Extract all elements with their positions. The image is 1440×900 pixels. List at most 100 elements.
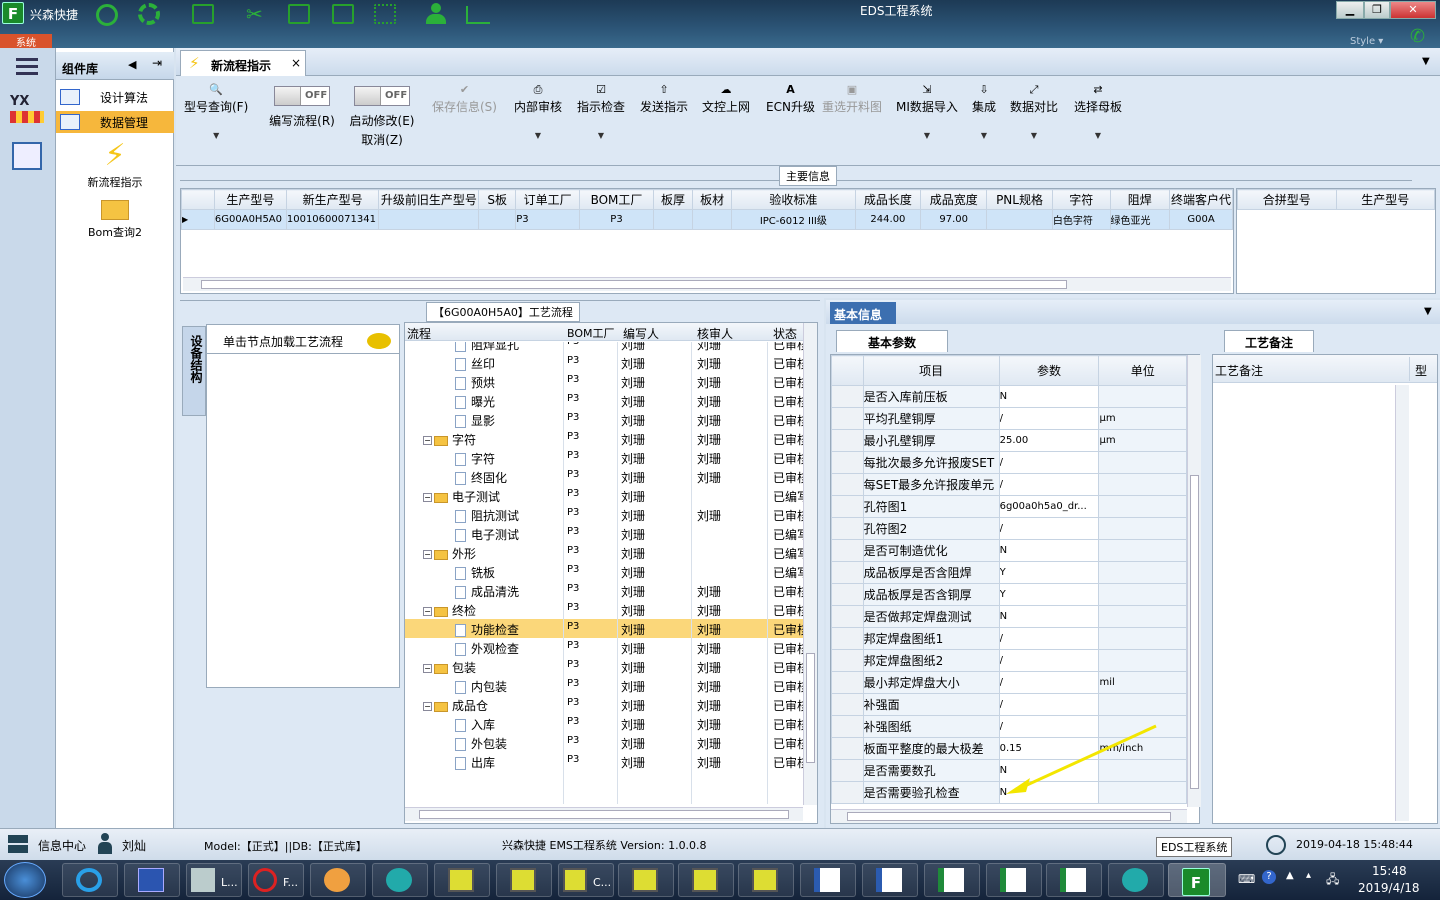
table-cell[interactable]: [653, 209, 694, 230]
table-row[interactable]: 是否可制造优化 N: [831, 539, 1187, 562]
column-header[interactable]: 合拼型号: [1237, 189, 1337, 210]
taskbar-time[interactable]: 15:48: [1372, 864, 1407, 878]
dropdown-arrow-icon[interactable]: ▼: [184, 131, 248, 140]
table-row[interactable]: 成品板厚是否含阻焊 Y: [831, 561, 1187, 584]
table-row[interactable]: ▶ 6G00A0H5A0 10010600071341 P3 P3 IPC-6012 II…: [181, 209, 1233, 230]
tree-row[interactable]: 丝印 P3 刘珊 刘珊 已审核: [405, 353, 803, 372]
column-header[interactable]: 终端客户代: [1169, 189, 1233, 210]
row-selector[interactable]: [831, 539, 864, 562]
tab-craft-notes[interactable]: 工艺备注: [1224, 330, 1314, 352]
table-row[interactable]: 最小孔壁铜厚 25.00 μm: [831, 429, 1187, 452]
tree-row[interactable]: − 电子测试 P3 刘珊 已编写: [405, 486, 803, 505]
table-row[interactable]: 每SET最多允许报废单元 /: [831, 473, 1187, 496]
taskbar-app-f[interactable]: F...: [248, 863, 304, 897]
table-cell[interactable]: IPC-6012 III级: [731, 209, 856, 230]
tree-row[interactable]: − 字符 P3 刘珊 刘珊 已审核: [405, 429, 803, 448]
tree-node-label[interactable]: 出库: [455, 754, 495, 771]
column-header[interactable]: 阻焊: [1109, 189, 1171, 210]
table-row[interactable]: 成品板厚是否含铜厚 Y: [831, 583, 1187, 606]
internal-review-button[interactable]: ⎙ 内部审核 ▼: [514, 84, 562, 141]
column-header[interactable]: PNL规格: [986, 189, 1053, 210]
tree-node-label[interactable]: 成品清洗: [455, 583, 519, 600]
row-selector[interactable]: [831, 715, 864, 738]
tree-node-label[interactable]: − 外形: [423, 545, 476, 562]
table-row[interactable]: 邦定焊盘图纸1/: [831, 627, 1187, 650]
sidebar-item-new-process[interactable]: ⚡ 新流程指示: [56, 138, 174, 190]
vertical-scrollbar[interactable]: [1395, 385, 1409, 821]
taskbar-xwin-5[interactable]: [738, 863, 794, 897]
collapse-icon[interactable]: −: [423, 550, 432, 559]
param-value[interactable]: N: [998, 605, 1100, 628]
taskbar-app-net[interactable]: [1108, 863, 1164, 897]
collapse-left-icon[interactable]: ◀: [128, 58, 136, 71]
table-row[interactable]: 最小邦定焊盘大小 / mil: [831, 671, 1187, 694]
table-row[interactable]: 每批次最多允许报废SET /: [831, 451, 1187, 474]
param-value[interactable]: /: [998, 407, 1100, 430]
tab-close-icon[interactable]: ×: [291, 56, 301, 70]
param-value[interactable]: /: [998, 649, 1100, 672]
model-query-button[interactable]: 🔍 型号查询(F) ▼: [184, 84, 248, 141]
collapse-icon[interactable]: −: [423, 702, 432, 711]
send-instruction-button[interactable]: ⇧ 发送指示: [640, 84, 688, 115]
tree-node-label[interactable]: 外包装: [455, 735, 507, 752]
column-header[interactable]: 板材: [692, 189, 733, 210]
tree-row[interactable]: 阻焊显孔 P3 刘珊 刘珊 已审核: [405, 342, 803, 353]
taskbar-eds[interactable]: F: [1168, 863, 1226, 897]
column-header[interactable]: BOM工厂: [578, 189, 655, 210]
row-selector[interactable]: [831, 385, 864, 408]
tree-node-label[interactable]: − 成品仓: [423, 697, 488, 714]
start-button[interactable]: [4, 862, 46, 898]
tree-node-label[interactable]: 终固化: [455, 469, 507, 486]
param-value[interactable]: /: [998, 473, 1100, 496]
tree-row[interactable]: 入库 P3 刘珊 刘珊 已审核: [405, 714, 803, 733]
tree-node-label[interactable]: 阻抗测试: [455, 507, 519, 524]
dropdown-arrow-icon[interactable]: ▼: [577, 131, 625, 140]
taskbar-save[interactable]: [124, 863, 180, 897]
column-header[interactable]: 新生产型号: [285, 189, 380, 210]
tab-basic-params[interactable]: 基本参数: [836, 330, 948, 352]
table-cell[interactable]: [378, 209, 480, 230]
dropdown-arrow-icon[interactable]: ▼: [1010, 131, 1058, 140]
tree-row[interactable]: − 包装 P3 刘珊 刘珊 已审核: [405, 657, 803, 676]
taskbar-xwin-3[interactable]: [618, 863, 674, 897]
table-row[interactable]: 补强面 /: [831, 693, 1187, 716]
taskbar-eye[interactable]: [372, 863, 428, 897]
phone-icon[interactable]: ✆: [1410, 26, 1425, 47]
tree-node-label[interactable]: 内包装: [455, 678, 507, 695]
tree-row[interactable]: 电子测试 P3 刘珊 已编写: [405, 524, 803, 543]
taskbar-xwin-4[interactable]: [678, 863, 734, 897]
taskbar-xwin-2[interactable]: [496, 863, 552, 897]
collapse-icon[interactable]: −: [423, 664, 432, 673]
taskbar-date[interactable]: 2019/4/18: [1358, 881, 1420, 895]
tree-node-label[interactable]: 字符: [455, 450, 495, 467]
column-header[interactable]: 成品宽度: [920, 189, 988, 210]
column-header[interactable]: S板: [478, 189, 517, 210]
row-selector[interactable]: [831, 429, 864, 452]
tree-row[interactable]: 出库 P3 刘珊 刘珊 已审核: [405, 752, 803, 771]
chart-icon[interactable]: [466, 6, 490, 24]
param-value[interactable]: N: [998, 385, 1100, 408]
device-structure-tab[interactable]: 设备结构: [182, 326, 206, 416]
row-selector[interactable]: [831, 473, 864, 496]
save-info-button[interactable]: ✔ 保存信息(S): [432, 84, 497, 115]
row-selector[interactable]: [831, 583, 864, 606]
vertical-scrollbar[interactable]: [1187, 355, 1201, 807]
taskbar-word-1[interactable]: [800, 863, 856, 897]
table-cell[interactable]: 绿色亚光: [1109, 209, 1171, 230]
taskbar-excel-1[interactable]: [924, 863, 980, 897]
tree-node-label[interactable]: 预烘: [455, 374, 495, 391]
mi-data-import-button[interactable]: ⇲ MI数据导入 ▼: [896, 84, 958, 141]
data-compare-button[interactable]: ⤢ 数据对比 ▼: [1010, 84, 1058, 141]
table-row[interactable]: 邦定焊盘图纸2/: [831, 649, 1187, 672]
vertical-scrollbar[interactable]: [803, 323, 817, 805]
param-value[interactable]: 25.00: [998, 429, 1100, 452]
collapse-icon[interactable]: −: [423, 436, 432, 445]
yx-logo-icon[interactable]: YX: [10, 94, 44, 128]
column-header[interactable]: 订单工厂: [515, 189, 580, 210]
tree-row[interactable]: 内包装 P3 刘珊 刘珊 已审核: [405, 676, 803, 695]
cancel-label[interactable]: 取消(Z): [342, 131, 422, 148]
table-cell[interactable]: 97.00: [920, 209, 988, 230]
table-cell[interactable]: G00A: [1169, 209, 1233, 230]
grid-icon[interactable]: [374, 4, 396, 24]
param-value[interactable]: /: [998, 627, 1100, 650]
